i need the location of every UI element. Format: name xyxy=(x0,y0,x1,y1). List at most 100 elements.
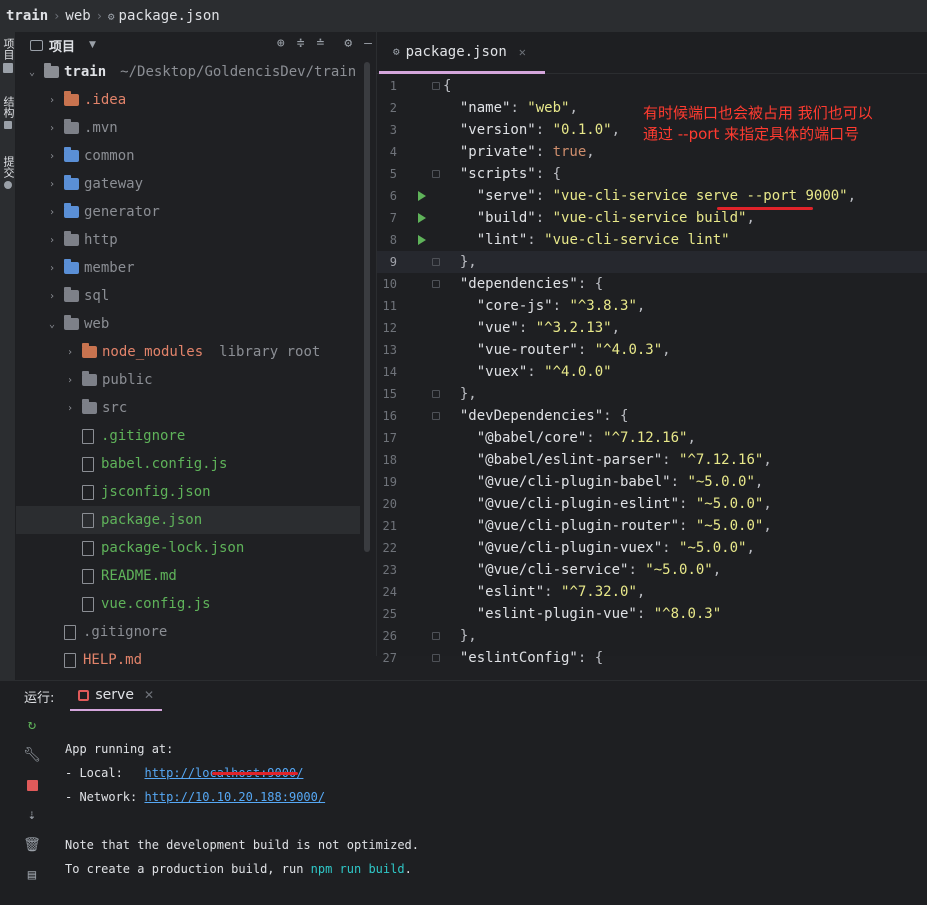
tree-item[interactable]: › sql xyxy=(16,282,360,310)
gear-icon[interactable]: ⚙ xyxy=(344,36,352,51)
code-line[interactable]: 24 "eslint": "^7.32.0", xyxy=(377,581,927,603)
code-line[interactable]: 25 "eslint-plugin-vue": "^8.0.3" xyxy=(377,603,927,625)
code-line[interactable]: 10 "dependencies": { xyxy=(377,273,927,295)
code-line[interactable]: 18 "@babel/eslint-parser": "^7.12.16", xyxy=(377,449,927,471)
tree-item[interactable]: › .mvn xyxy=(16,114,360,142)
line-number: 3 xyxy=(389,123,397,137)
code-line[interactable]: 8 "lint": "vue-cli-service lint" xyxy=(377,229,927,251)
folder-icon xyxy=(64,91,79,106)
chevron-right-icon[interactable]: › xyxy=(64,403,76,414)
code-line[interactable]: 11 "core-js": "^3.8.3", xyxy=(377,295,927,317)
tree-item[interactable]: › gateway xyxy=(16,170,360,198)
tree-item[interactable]: › member xyxy=(16,254,360,282)
code-line[interactable]: 9 }, xyxy=(377,251,927,273)
fold-icon[interactable] xyxy=(432,82,440,90)
minimize-icon[interactable]: — xyxy=(364,36,372,51)
chevron-right-icon[interactable]: › xyxy=(46,291,58,302)
code-line[interactable]: 20 "@vue/cli-plugin-eslint": "~5.0.0", xyxy=(377,493,927,515)
code-line[interactable]: 17 "@babel/core": "^7.12.16", xyxy=(377,427,927,449)
fold-icon[interactable] xyxy=(432,280,440,288)
chevron-right-icon: › xyxy=(95,9,103,23)
tree-item[interactable]: › http xyxy=(16,226,360,254)
chevron-down-icon[interactable]: ▼ xyxy=(89,40,96,50)
fold-icon[interactable] xyxy=(432,654,440,662)
fold-icon[interactable] xyxy=(432,170,440,178)
fold-icon[interactable] xyxy=(432,258,440,266)
tree-item[interactable]: ›.gitignore xyxy=(16,618,360,646)
tree-item[interactable]: ⌄ web xyxy=(16,310,360,338)
tree-item[interactable]: › .idea xyxy=(16,86,360,114)
code-line[interactable]: 27 "eslintConfig": { xyxy=(377,647,927,669)
tree-item[interactable]: ›package-lock.json xyxy=(16,534,360,562)
code-text: "build": "vue-cli-service build", xyxy=(476,210,755,226)
chevron-down-icon[interactable]: ⌄ xyxy=(26,67,38,78)
collapse-all-icon[interactable]: ≐ xyxy=(317,36,325,51)
code-line[interactable]: 5 "scripts": { xyxy=(377,163,927,185)
code-area[interactable]: 1{2 "name": "web", 3 "version": "0.1.0", 4… xyxy=(377,75,927,669)
project-panel-title[interactable]: 项目 xyxy=(49,36,75,55)
run-script-icon[interactable] xyxy=(418,235,426,245)
wrench-icon[interactable]: 🔧︎ xyxy=(23,747,41,763)
tab-serve[interactable]: serve ✕ xyxy=(70,681,163,711)
code-line[interactable]: 23 "@vue/cli-service": "~5.0.0", xyxy=(377,559,927,581)
code-line[interactable]: 1{ xyxy=(377,75,927,97)
project-scrollbar[interactable] xyxy=(364,62,370,552)
strip-project-button[interactable]: 项目 xyxy=(0,38,16,73)
code-line[interactable]: 6 "serve": "vue-cli-service serve --port… xyxy=(377,185,927,207)
tree-item[interactable]: ›jsconfig.json xyxy=(16,478,360,506)
network-url-link[interactable]: http://10.10.20.188:9000/ xyxy=(144,790,325,804)
code-line[interactable]: 15 }, xyxy=(377,383,927,405)
fold-icon[interactable] xyxy=(432,412,440,420)
breadcrumb-item-train[interactable]: train xyxy=(6,8,48,24)
chevron-right-icon[interactable]: › xyxy=(46,95,58,106)
strip-structure-button[interactable]: 结构 xyxy=(0,96,16,129)
tree-item[interactable]: ›README.md xyxy=(16,562,360,590)
close-icon[interactable]: ✕ xyxy=(519,45,526,59)
chevron-down-icon[interactable]: ⌄ xyxy=(46,319,58,330)
tree-root-train[interactable]: ⌄ train ~/Desktop/GoldencisDev/train xyxy=(16,58,360,86)
fold-icon[interactable] xyxy=(432,390,440,398)
chevron-right-icon[interactable]: › xyxy=(46,151,58,162)
code-line[interactable]: 22 "@vue/cli-plugin-vuex": "~5.0.0", xyxy=(377,537,927,559)
run-script-icon[interactable] xyxy=(418,213,426,223)
tree-item[interactable]: ›.gitignore xyxy=(16,422,360,450)
run-script-icon[interactable] xyxy=(418,191,426,201)
chevron-right-icon[interactable]: › xyxy=(64,375,76,386)
code-line[interactable]: 19 "@vue/cli-plugin-babel": "~5.0.0", xyxy=(377,471,927,493)
code-line[interactable]: 21 "@vue/cli-plugin-router": "~5.0.0", xyxy=(377,515,927,537)
code-line[interactable]: 26 }, xyxy=(377,625,927,647)
breadcrumb-item-file[interactable]: ⚙ package.json xyxy=(108,8,220,24)
expand-all-icon[interactable]: ≑ xyxy=(297,36,305,51)
stop-icon[interactable] xyxy=(24,777,40,793)
breadcrumb-item-web[interactable]: web xyxy=(65,8,90,24)
fold-icon[interactable] xyxy=(432,632,440,640)
tree-item[interactable]: › public xyxy=(16,366,360,394)
tree-item[interactable]: ›vue.config.js xyxy=(16,590,360,618)
code-line[interactable]: 12 "vue": "^3.2.13", xyxy=(377,317,927,339)
sort-icon[interactable]: ⇣ xyxy=(24,807,40,823)
tree-item[interactable]: ›package.json xyxy=(16,506,360,534)
locate-icon[interactable]: ⊕ xyxy=(277,36,285,51)
chevron-right-icon[interactable]: › xyxy=(64,347,76,358)
chevron-right-icon[interactable]: › xyxy=(46,235,58,246)
chevron-right-icon[interactable]: › xyxy=(46,263,58,274)
tree-item[interactable]: › src xyxy=(16,394,360,422)
chevron-right-icon[interactable]: › xyxy=(46,207,58,218)
code-line[interactable]: 13 "vue-router": "^4.0.3", xyxy=(377,339,927,361)
strip-commit-button[interactable]: 提交 xyxy=(0,156,16,189)
tree-item[interactable]: ›babel.config.js xyxy=(16,450,360,478)
layout-icon[interactable]: ▤ xyxy=(24,867,40,883)
chevron-right-icon[interactable]: › xyxy=(46,179,58,190)
tree-item[interactable]: › common xyxy=(16,142,360,170)
chevron-right-icon[interactable]: › xyxy=(46,123,58,134)
close-icon[interactable]: ✕ xyxy=(144,688,154,702)
tab-package-json[interactable]: ⚙ package.json ✕ xyxy=(379,32,545,74)
code-line[interactable]: 7 "build": "vue-cli-service build", xyxy=(377,207,927,229)
tree-item[interactable]: › node_modules library root xyxy=(16,338,360,366)
tree-item[interactable]: › generator xyxy=(16,198,360,226)
rerun-icon[interactable]: ↻ xyxy=(24,717,40,733)
tree-item[interactable]: ›HELP.md xyxy=(16,646,360,674)
code-line[interactable]: 14 "vuex": "^4.0.0" xyxy=(377,361,927,383)
trash-icon[interactable]: 🗑︎ xyxy=(23,837,41,853)
code-line[interactable]: 16 "devDependencies": { xyxy=(377,405,927,427)
